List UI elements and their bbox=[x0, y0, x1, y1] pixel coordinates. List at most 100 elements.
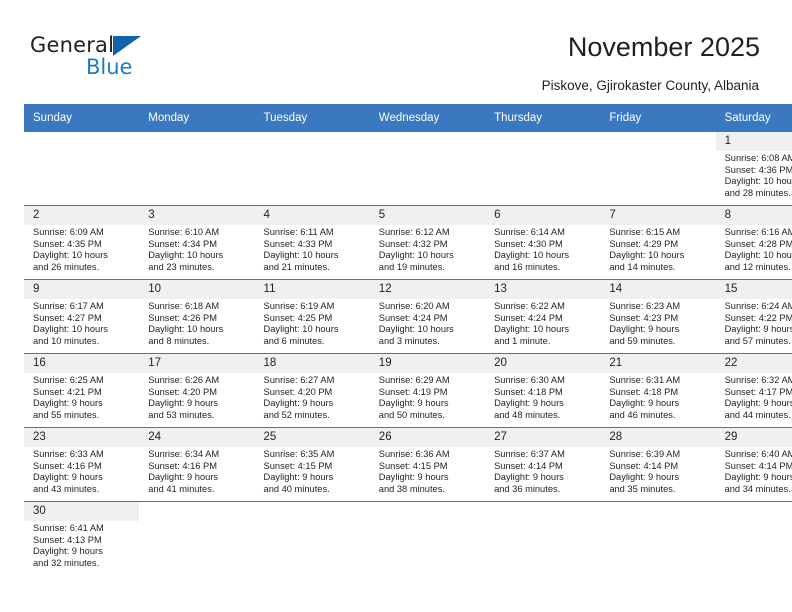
day-info-line: Sunrise: 6:29 AM bbox=[378, 375, 450, 385]
day-number: 30 bbox=[24, 502, 140, 521]
day-info-line: Sunset: 4:17 PM bbox=[724, 386, 792, 397]
day-sun-info bbox=[600, 502, 715, 504]
day-info-line: Daylight: 9 hours bbox=[33, 472, 103, 483]
calendar-day-cell[interactable]: 6 Sunrise: 6:14 AM Sunset: 4:30 PM Daylight… bbox=[485, 205, 601, 280]
calendar-day-cell[interactable]: 17 Sunrise: 6:26 AM Sunset: 4:20 PM Dayligh… bbox=[139, 353, 255, 428]
calendar-day-cell[interactable]: 18 Sunrise: 6:27 AM Sunset: 4:20 PM Dayligh… bbox=[254, 353, 370, 428]
calendar-day-cell[interactable]: 7 Sunrise: 6:15 AM Sunset: 4:29 PM Daylight… bbox=[600, 205, 716, 280]
day-sun-info: Sunrise: 6:20 AM Sunset: 4:24 PM Daylight:… bbox=[370, 299, 485, 347]
day-cell-inner bbox=[369, 132, 486, 205]
calendar-day-cell[interactable]: 5 Sunrise: 6:12 AM Sunset: 4:32 PM Daylight… bbox=[369, 205, 486, 280]
calendar-day-cell[interactable]: 24 Sunrise: 6:34 AM Sunset: 4:16 PM Dayligh… bbox=[139, 427, 255, 502]
day-sun-info bbox=[485, 502, 600, 504]
day-number: 17 bbox=[139, 354, 255, 373]
day-cell-inner: 7 Sunrise: 6:15 AM Sunset: 4:29 PM Daylight… bbox=[600, 206, 716, 279]
day-info-line: Daylight: 9 hours bbox=[609, 324, 680, 335]
day-info-line: Daylight: 9 hours bbox=[263, 472, 334, 483]
calendar-day-cell[interactable]: 27 Sunrise: 6:37 AM Sunset: 4:14 PM Dayligh… bbox=[485, 427, 601, 502]
day-info-line: Daylight: 10 hours bbox=[378, 250, 454, 261]
calendar-day-cell[interactable]: 9 Sunrise: 6:17 AM Sunset: 4:27 PM Daylight… bbox=[24, 279, 140, 354]
day-cell-inner: 29 Sunrise: 6:40 AM Sunset: 4:14 PM Dayligh… bbox=[715, 428, 792, 501]
calendar-day-cell[interactable]: 2 Sunrise: 6:09 AM Sunset: 4:35 PM Daylight… bbox=[24, 205, 140, 280]
day-info-line: Daylight: 10 hours bbox=[33, 324, 108, 335]
day-cell-inner: 26 Sunrise: 6:36 AM Sunset: 4:15 PM Dayligh… bbox=[369, 428, 486, 501]
day-info-line: Daylight: 10 hours bbox=[494, 250, 569, 261]
calendar-day-cell[interactable]: 25 Sunrise: 6:35 AM Sunset: 4:15 PM Dayligh… bbox=[254, 427, 370, 502]
calendar-empty-cell bbox=[600, 132, 716, 206]
calendar-day-cell[interactable]: 3 Sunrise: 6:10 AM Sunset: 4:34 PM Daylight… bbox=[139, 205, 255, 280]
calendar-day-cell[interactable]: 14 Sunrise: 6:23 AM Sunset: 4:23 PM Dayligh… bbox=[600, 279, 716, 354]
calendar-day-cell[interactable]: 10 Sunrise: 6:18 AM Sunset: 4:26 PM Dayligh… bbox=[139, 279, 255, 354]
day-number: 20 bbox=[485, 354, 601, 373]
calendar-grid: Sunday Monday Tuesday Wednesday Thursday Frid… bbox=[24, 104, 792, 575]
calendar-day-cell[interactable]: 16 Sunrise: 6:25 AM Sunset: 4:21 PM Dayligh… bbox=[24, 353, 140, 428]
calendar-empty-cell bbox=[254, 132, 370, 206]
day-info-line: and 59 minutes. bbox=[609, 335, 676, 346]
calendar-day-cell[interactable]: 11 Sunrise: 6:19 AM Sunset: 4:25 PM Dayligh… bbox=[254, 279, 370, 354]
day-info-line: Sunrise: 6:20 AM bbox=[378, 301, 450, 311]
calendar-day-cell[interactable]: 12 Sunrise: 6:20 AM Sunset: 4:24 PM Dayligh… bbox=[369, 279, 486, 354]
day-info-line: Daylight: 9 hours bbox=[148, 472, 219, 483]
day-sun-info: Sunrise: 6:31 AM Sunset: 4:18 PM Daylight:… bbox=[600, 373, 715, 421]
general-blue-logo[interactable]: General Blue bbox=[30, 33, 160, 85]
calendar-week-row: 23 Sunrise: 6:33 AM Sunset: 4:16 PM Dayligh… bbox=[24, 427, 792, 502]
day-info-line: Daylight: 9 hours bbox=[494, 398, 564, 409]
day-sun-info: Sunrise: 6:22 AM Sunset: 4:24 PM Daylight:… bbox=[485, 299, 600, 347]
day-info-line: Sunset: 4:14 PM bbox=[724, 460, 792, 471]
calendar-day-cell[interactable]: 26 Sunrise: 6:36 AM Sunset: 4:15 PM Dayligh… bbox=[369, 427, 486, 502]
day-cell-inner bbox=[485, 502, 601, 575]
day-number: 16 bbox=[24, 354, 140, 373]
calendar-day-cell[interactable]: 30 Sunrise: 6:41 AM Sunset: 4:13 PM Dayligh… bbox=[24, 501, 140, 575]
calendar-empty-cell bbox=[139, 501, 255, 575]
logo-text-blue: Blue bbox=[86, 55, 133, 79]
day-info-line: Sunrise: 6:30 AM bbox=[494, 375, 565, 385]
day-info-line: Sunrise: 6:10 AM bbox=[148, 227, 220, 237]
day-info-line: Sunrise: 6:11 AM bbox=[263, 227, 334, 237]
calendar-week-row: 30 Sunrise: 6:41 AM Sunset: 4:13 PM Dayligh… bbox=[24, 501, 792, 575]
day-number: 10 bbox=[139, 280, 255, 299]
day-info-line: Daylight: 10 hours bbox=[609, 250, 685, 261]
day-cell-inner: 4 Sunrise: 6:11 AM Sunset: 4:33 PM Daylight… bbox=[254, 206, 370, 279]
day-info-line: Sunrise: 6:32 AM bbox=[724, 375, 792, 385]
day-sun-info: Sunrise: 6:27 AM Sunset: 4:20 PM Daylight:… bbox=[255, 373, 370, 421]
day-sun-info bbox=[370, 502, 485, 504]
day-info-line: Sunrise: 6:23 AM bbox=[609, 301, 681, 311]
day-number: 21 bbox=[600, 354, 716, 373]
calendar-day-cell[interactable]: 20 Sunrise: 6:30 AM Sunset: 4:18 PM Dayligh… bbox=[485, 353, 601, 428]
day-info-line: and 35 minutes. bbox=[609, 483, 676, 494]
calendar-day-cell[interactable]: 23 Sunrise: 6:33 AM Sunset: 4:16 PM Dayligh… bbox=[24, 427, 140, 502]
calendar-day-cell[interactable]: 1 Sunrise: 6:08 AM Sunset: 4:36 PM Daylight… bbox=[715, 132, 792, 206]
day-info-line: Sunrise: 6:31 AM bbox=[609, 375, 681, 385]
calendar-day-cell[interactable]: 19 Sunrise: 6:29 AM Sunset: 4:19 PM Dayligh… bbox=[369, 353, 486, 428]
day-cell-inner: 23 Sunrise: 6:33 AM Sunset: 4:16 PM Dayligh… bbox=[24, 428, 140, 501]
calendar-table: Sunday Monday Tuesday Wednesday Thursday Frid… bbox=[24, 104, 792, 575]
day-sun-info: Sunrise: 6:14 AM Sunset: 4:30 PM Daylight:… bbox=[485, 225, 600, 273]
calendar-week-row: 1 Sunrise: 6:08 AM Sunset: 4:36 PM Daylight… bbox=[24, 132, 792, 206]
day-info-line: and 44 minutes. bbox=[724, 409, 791, 420]
day-number: 4 bbox=[254, 206, 370, 225]
day-sun-info: Sunrise: 6:08 AM Sunset: 4:36 PM Daylight:… bbox=[716, 151, 792, 199]
day-info-line: and 50 minutes. bbox=[378, 409, 445, 420]
day-info-line: and 38 minutes. bbox=[378, 483, 445, 494]
calendar-day-cell[interactable]: 22 Sunrise: 6:32 AM Sunset: 4:17 PM Dayligh… bbox=[715, 353, 792, 428]
day-sun-info: Sunrise: 6:30 AM Sunset: 4:18 PM Daylight:… bbox=[485, 373, 600, 421]
day-sun-info: Sunrise: 6:10 AM Sunset: 4:34 PM Daylight:… bbox=[139, 225, 254, 273]
day-sun-info: Sunrise: 6:33 AM Sunset: 4:16 PM Daylight:… bbox=[24, 447, 139, 495]
day-sun-info: Sunrise: 6:11 AM Sunset: 4:33 PM Daylight:… bbox=[255, 225, 370, 273]
calendar-day-cell[interactable]: 29 Sunrise: 6:40 AM Sunset: 4:14 PM Dayligh… bbox=[715, 427, 792, 502]
day-info-line: Sunset: 4:19 PM bbox=[378, 386, 448, 397]
weekday-header-tuesday: Tuesday bbox=[254, 104, 370, 132]
calendar-day-cell[interactable]: 15 Sunrise: 6:24 AM Sunset: 4:22 PM Dayligh… bbox=[715, 279, 792, 354]
calendar-day-cell[interactable]: 21 Sunrise: 6:31 AM Sunset: 4:18 PM Dayligh… bbox=[600, 353, 716, 428]
calendar-day-cell[interactable]: 4 Sunrise: 6:11 AM Sunset: 4:33 PM Daylight… bbox=[254, 205, 370, 280]
day-info-line: Sunrise: 6:34 AM bbox=[148, 449, 220, 459]
calendar-day-cell[interactable]: 13 Sunrise: 6:22 AM Sunset: 4:24 PM Dayligh… bbox=[485, 279, 601, 354]
calendar-empty-cell bbox=[485, 132, 601, 206]
day-number: 22 bbox=[715, 354, 792, 373]
triangle-icon bbox=[113, 36, 141, 56]
day-number: 1 bbox=[715, 132, 792, 151]
calendar-day-cell[interactable]: 8 Sunrise: 6:16 AM Sunset: 4:28 PM Daylight… bbox=[715, 205, 792, 280]
day-info-line: and 1 minute. bbox=[494, 335, 551, 346]
day-info-line: Sunset: 4:20 PM bbox=[263, 386, 333, 397]
calendar-day-cell[interactable]: 28 Sunrise: 6:39 AM Sunset: 4:14 PM Dayligh… bbox=[600, 427, 716, 502]
